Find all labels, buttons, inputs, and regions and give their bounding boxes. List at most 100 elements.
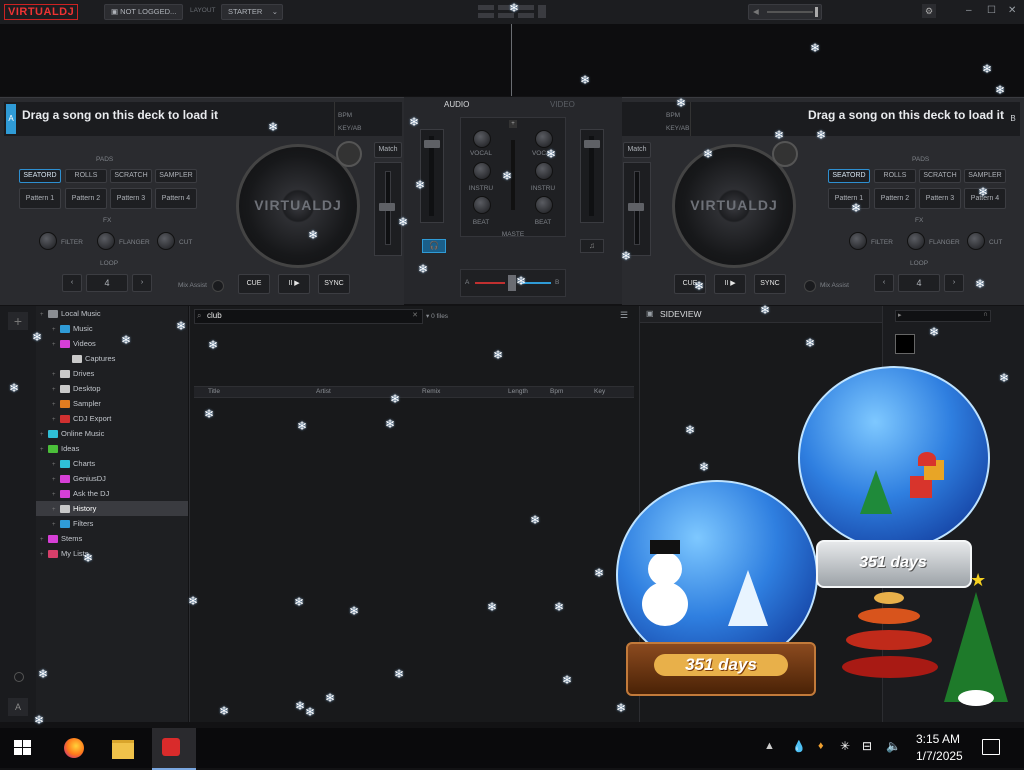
list-view-icon[interactable]: ☰ <box>620 310 632 321</box>
tree-item[interactable]: + Online Music <box>36 426 188 441</box>
column-artist[interactable]: Artist <box>316 387 331 396</box>
tree-item[interactable]: + Stems <box>36 531 188 546</box>
close-icon[interactable]: ✕ <box>1008 5 1016 16</box>
column-bpm[interactable]: Bpm <box>550 387 563 396</box>
deck-a-loop-half[interactable]: ‹ <box>62 274 82 292</box>
deck-a-play-button[interactable]: II ▶ <box>278 274 310 294</box>
tree-item[interactable]: + Charts <box>36 456 188 471</box>
clock-time[interactable]: 3:15 AM <box>916 732 960 746</box>
info-icon[interactable] <box>14 672 24 682</box>
column-title[interactable]: Title <box>208 387 220 396</box>
deck-a-pad-4[interactable]: Pattern 4 <box>155 188 197 209</box>
deck-b-play-button[interactable]: II ▶ <box>714 274 746 294</box>
deck-a-pad-mode-4[interactable]: SAMPLER <box>155 169 197 183</box>
tree-item[interactable]: + Filters <box>36 516 188 531</box>
eq-a-beat-knob[interactable] <box>473 196 491 214</box>
account-button[interactable]: ▣ NOT LOGGED... <box>104 4 184 20</box>
deck-a-fx-knob-3[interactable] <box>157 232 175 250</box>
search-field[interactable]: ⌕ club ✕ <box>194 309 423 324</box>
deck-a-mix-assist[interactable]: Mix Assist <box>178 282 207 289</box>
deck-a-cue-button[interactable]: CUE <box>238 274 270 294</box>
font-size-icon[interactable]: A <box>8 698 28 716</box>
eq-b-instru-knob[interactable] <box>535 162 553 180</box>
tree-item[interactable]: + Ideas <box>36 441 188 456</box>
tree-item[interactable]: + Desktop <box>36 381 188 396</box>
minimize-icon[interactable]: – <box>966 5 972 16</box>
column-remix[interactable]: Remix <box>422 387 440 396</box>
deck-b-fx-knob-3[interactable] <box>967 232 985 250</box>
deck-a-pad-mode-3[interactable]: SCRATCH <box>110 169 152 183</box>
deck-a-sync-button[interactable]: SYNC <box>318 274 350 294</box>
deck-a-fx-knob-2[interactable] <box>97 232 115 250</box>
add-folder-icon[interactable]: + <box>8 312 28 330</box>
virtualdj-taskbar-button[interactable] <box>152 728 196 770</box>
deck-b-fx-knob-2[interactable] <box>907 232 925 250</box>
clock-date[interactable]: 1/7/2025 <box>916 749 963 763</box>
search-input[interactable]: club <box>207 311 222 320</box>
headphone-a-icon[interactable]: 🎧 <box>422 239 446 253</box>
deck-b-pad-2[interactable]: Pattern 2 <box>874 188 916 209</box>
deck-b-mix-assist[interactable]: Mix Assist <box>820 282 849 289</box>
firefox-icon[interactable] <box>64 738 84 758</box>
headphone-b-icon[interactable]: ♫ <box>580 239 604 253</box>
deck-a-pad-mode-2[interactable]: ROLLS <box>65 169 107 183</box>
tree-item[interactable]: + Sampler <box>36 396 188 411</box>
tree-item[interactable]: + GeniusDJ <box>36 471 188 486</box>
deck-a-pad-1[interactable]: Pattern 1 <box>19 188 61 209</box>
volume-icon[interactable]: 🔈 <box>886 739 901 753</box>
deck-b-pitch-slider[interactable] <box>623 162 651 256</box>
deck-b-loop-half[interactable]: ‹ <box>874 274 894 292</box>
deck-b-pad-1[interactable]: Pattern 1 <box>828 188 870 209</box>
weather-icon[interactable]: ✳ <box>840 739 850 753</box>
tree-item[interactable]: + CDJ Export <box>36 411 188 426</box>
tab-video[interactable]: VIDEO <box>550 100 575 109</box>
maximize-icon[interactable]: ☐ <box>987 5 996 16</box>
tray-app-icon-2[interactable]: ♦ <box>818 740 824 752</box>
tree-item[interactable]: + My Lists <box>36 546 188 561</box>
eq-b-beat-knob[interactable] <box>535 196 553 214</box>
windows-start-icon[interactable] <box>14 740 32 756</box>
expand-icon[interactable]: + <box>40 548 48 563</box>
panel-slider[interactable]: ▸ ∩ <box>895 310 991 322</box>
deck-b-pad-mode-2[interactable]: ROLLS <box>874 169 916 183</box>
deck-a-fx-knob-1[interactable] <box>39 232 57 250</box>
eq-a-instru-knob[interactable] <box>473 162 491 180</box>
deck-a-loop-double[interactable]: › <box>132 274 152 292</box>
channel-a-volume-fader[interactable] <box>420 129 444 223</box>
waveform-area[interactable] <box>0 24 1024 96</box>
deck-b-loop-value[interactable]: 4 <box>898 274 940 292</box>
column-key[interactable]: Key <box>594 387 605 396</box>
droplet-icon[interactable]: 💧 <box>792 740 806 753</box>
tree-item[interactable]: + Music <box>36 321 188 336</box>
tree-item[interactable]: + Ask the DJ <box>36 486 188 501</box>
tree-item[interactable]: + Videos <box>36 336 188 351</box>
deck-b-loop-double[interactable]: › <box>944 274 964 292</box>
deck-b-match-button[interactable]: Match <box>623 142 651 158</box>
deck-b-fx-knob-1[interactable] <box>849 232 867 250</box>
deck-b-pad-mode-3[interactable]: SCRATCH <box>919 169 961 183</box>
column-length[interactable]: Length <box>508 387 528 396</box>
file-explorer-icon[interactable] <box>112 740 134 759</box>
deck-a-pitch-slider[interactable] <box>374 162 402 256</box>
deck-b-pad-mode-4[interactable]: SAMPLER <box>964 169 1006 183</box>
tab-audio[interactable]: AUDIO <box>444 100 469 109</box>
eq-link-icon[interactable]: + <box>509 120 517 128</box>
deck-a-mix-assist-toggle[interactable] <box>212 280 224 292</box>
deck-b-pad-3[interactable]: Pattern 3 <box>919 188 961 209</box>
deck-a-pad-2[interactable]: Pattern 2 <box>65 188 107 209</box>
deck-a-pad-mode-1[interactable]: SEATORD <box>19 169 61 183</box>
tree-item[interactable]: + History <box>36 501 188 516</box>
network-icon[interactable]: ⊟ <box>862 739 872 753</box>
deck-a-pad-3[interactable]: Pattern 3 <box>110 188 152 209</box>
layout-select[interactable]: STARTER ⌄ <box>221 4 283 20</box>
clear-search-icon[interactable]: ✕ <box>412 311 418 319</box>
deck-a-match-button[interactable]: Match <box>374 142 402 158</box>
tree-item[interactable]: + Drives <box>36 366 188 381</box>
crossfader[interactable]: A B <box>460 269 566 297</box>
deck-a-loop-value[interactable]: 4 <box>86 274 128 292</box>
eq-b-vocal-knob[interactable] <box>535 130 553 148</box>
deck-a-song-bar[interactable]: A Drag a song on this deck to load it BP… <box>4 102 402 136</box>
tree-item[interactable]: Captures <box>36 351 188 366</box>
eq-a-vocal-knob[interactable] <box>473 130 491 148</box>
tray-app-icon[interactable]: ▲ <box>764 740 775 752</box>
